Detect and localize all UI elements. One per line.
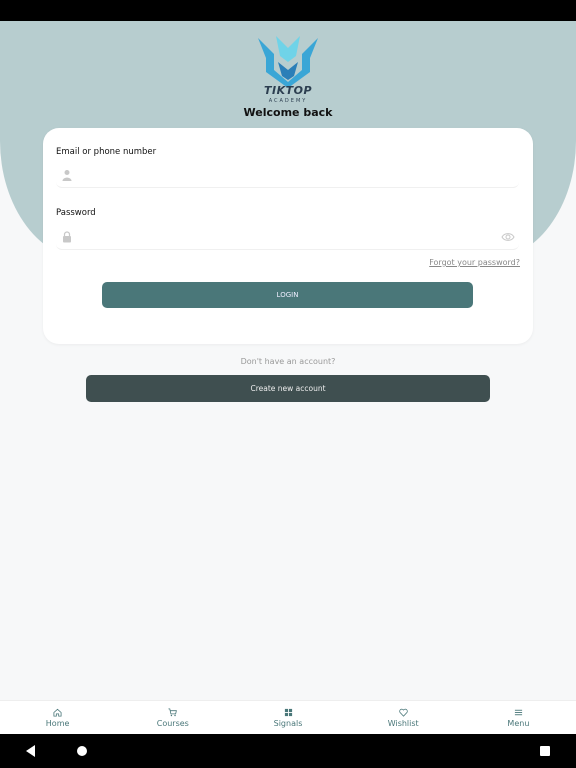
- forgot-password-link[interactable]: Forgot your password?: [429, 258, 520, 267]
- heart-icon: [399, 708, 408, 717]
- nav-label-home: Home: [45, 718, 70, 728]
- nav-item-signals[interactable]: Signals: [230, 701, 345, 734]
- page-title: Welcome back: [243, 106, 333, 119]
- password-label: Password: [56, 208, 96, 218]
- logo-emblem-icon: [258, 36, 318, 88]
- recent-apps-icon[interactable]: [540, 746, 550, 756]
- back-icon[interactable]: [26, 745, 36, 757]
- login-button[interactable]: LOGIN: [102, 282, 473, 308]
- nav-item-wishlist[interactable]: Wishlist: [346, 701, 461, 734]
- status-bar: [0, 0, 576, 21]
- login-card: Email or phone number Password Forgot yo…: [43, 128, 533, 344]
- nav-label-signals: Signals: [273, 718, 303, 728]
- bottom-nav: Home Courses Signals Wishlist Menu: [0, 700, 576, 734]
- email-field-wrapper: [56, 162, 519, 188]
- logo-sub-text: ACADEMY: [268, 98, 308, 104]
- nav-label-wishlist: Wishlist: [387, 718, 419, 728]
- grid-icon: [284, 708, 292, 716]
- email-input[interactable]: [82, 162, 482, 188]
- cart-icon: [168, 707, 178, 716]
- nav-label-courses: Courses: [156, 718, 189, 728]
- password-field-wrapper: [56, 224, 519, 250]
- eye-icon[interactable]: [501, 231, 515, 243]
- nav-item-courses[interactable]: Courses: [115, 701, 230, 734]
- menu-icon: [514, 709, 523, 715]
- nav-item-home[interactable]: Home: [0, 701, 115, 734]
- system-nav-bar: [0, 734, 576, 768]
- email-label: Email or phone number: [56, 147, 157, 157]
- home-circle-icon[interactable]: [77, 746, 87, 756]
- nav-label-menu: Menu: [507, 718, 530, 728]
- password-input[interactable]: [82, 224, 482, 250]
- logo: TIKTOP ACADEMY: [248, 32, 328, 104]
- home-icon: [53, 708, 62, 717]
- no-account-text: Don't have an account?: [240, 357, 336, 366]
- nav-item-menu[interactable]: Menu: [461, 701, 576, 734]
- logo-brand-text: TIKTOP: [263, 84, 313, 97]
- user-icon: [62, 170, 72, 181]
- create-account-button[interactable]: Create new account: [86, 375, 490, 402]
- lock-icon: [63, 231, 71, 243]
